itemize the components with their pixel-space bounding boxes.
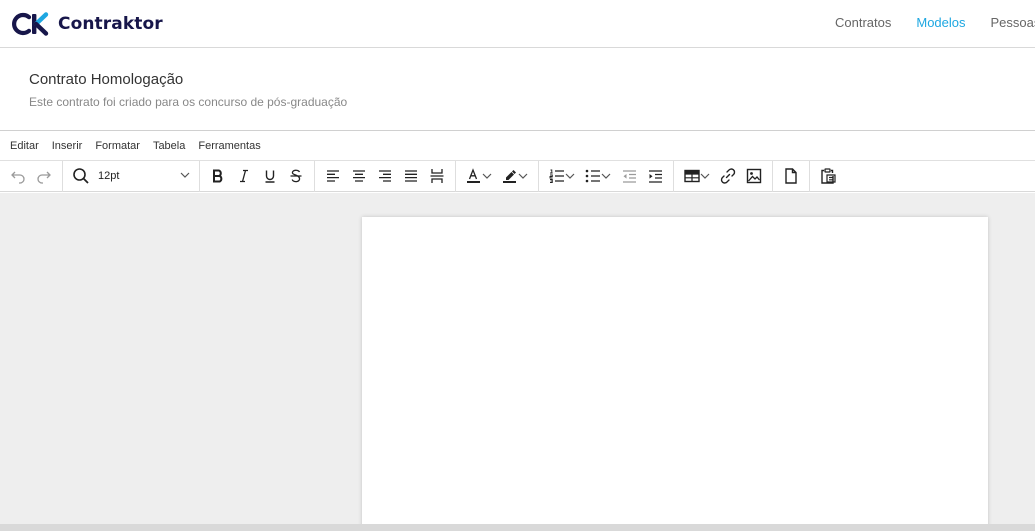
paste-group [810, 161, 846, 192]
font-size-value: 12pt [98, 170, 120, 182]
underline-icon[interactable] [257, 164, 283, 188]
editor-menubar: Editar Inserir Formatar Tabela Ferrament… [0, 131, 1035, 161]
align-right-icon[interactable] [372, 164, 398, 188]
color-group [456, 160, 539, 192]
bullet-list-button[interactable] [580, 164, 616, 188]
image-icon[interactable] [741, 164, 767, 188]
chevron-down-icon [565, 172, 575, 180]
document-page[interactable] [362, 217, 988, 531]
bottom-scroll-strip [0, 524, 1035, 531]
paste-icon[interactable] [815, 164, 841, 188]
insert-group [674, 160, 773, 192]
outdent-icon[interactable] [616, 164, 642, 188]
chevron-down-icon [180, 170, 190, 182]
menu-editar[interactable]: Editar [10, 140, 39, 152]
nav-pessoas[interactable]: Pessoas [991, 15, 1035, 30]
rich-text-editor: Editar Inserir Formatar Tabela Ferrament… [0, 130, 1035, 531]
text-color-icon [466, 168, 482, 184]
nav-contratos[interactable]: Contratos [835, 15, 891, 30]
search-fontsize-group: 12pt [63, 160, 200, 192]
document-description: Este contrato foi criado para os concurs… [29, 95, 348, 109]
history-group [0, 160, 63, 192]
strikethrough-icon[interactable] [283, 164, 309, 188]
table-icon [684, 169, 700, 183]
link-icon[interactable] [715, 164, 741, 188]
search-icon[interactable] [68, 164, 94, 188]
align-left-icon[interactable] [320, 164, 346, 188]
contraktor-logo-icon [12, 12, 50, 36]
text-color-button[interactable] [461, 164, 497, 188]
undo-icon[interactable] [5, 164, 31, 188]
top-navbar: Contraktor Contratos Modelos Pessoas [0, 0, 1035, 48]
menu-tabela[interactable]: Tabela [153, 140, 185, 152]
menu-ferramentas[interactable]: Ferramentas [198, 140, 260, 152]
editor-canvas [0, 193, 1035, 531]
alignment-group [315, 160, 456, 192]
font-size-select[interactable]: 12pt [94, 164, 194, 188]
numbered-list-button[interactable] [544, 164, 580, 188]
redo-icon[interactable] [31, 164, 57, 188]
bullet-list-icon [585, 169, 601, 183]
nav-modelos[interactable]: Modelos [916, 15, 965, 30]
page-break-icon[interactable] [424, 164, 450, 188]
list-group [539, 160, 674, 192]
document-group [773, 160, 810, 192]
document-title: Contrato Homologação [29, 71, 184, 88]
menu-formatar[interactable]: Formatar [95, 140, 140, 152]
brand-logo[interactable]: Contraktor [12, 10, 163, 38]
italic-icon[interactable] [231, 164, 257, 188]
chevron-down-icon [518, 172, 528, 180]
indent-icon[interactable] [642, 164, 668, 188]
chevron-down-icon [482, 172, 492, 180]
text-style-group [200, 160, 315, 192]
align-center-icon[interactable] [346, 164, 372, 188]
main-nav: Contratos Modelos Pessoas [835, 0, 1035, 44]
chevron-down-icon [601, 172, 611, 180]
highlight-icon [502, 168, 518, 184]
brand-name: Contraktor [58, 14, 163, 34]
editor-toolbar: 12pt [0, 160, 1035, 192]
numbered-list-icon [549, 169, 565, 183]
align-justify-icon[interactable] [398, 164, 424, 188]
bold-icon[interactable] [205, 164, 231, 188]
chevron-down-icon [700, 172, 710, 180]
document-icon[interactable] [778, 164, 804, 188]
menu-inserir[interactable]: Inserir [52, 140, 83, 152]
table-button[interactable] [679, 164, 715, 188]
highlight-button[interactable] [497, 164, 533, 188]
